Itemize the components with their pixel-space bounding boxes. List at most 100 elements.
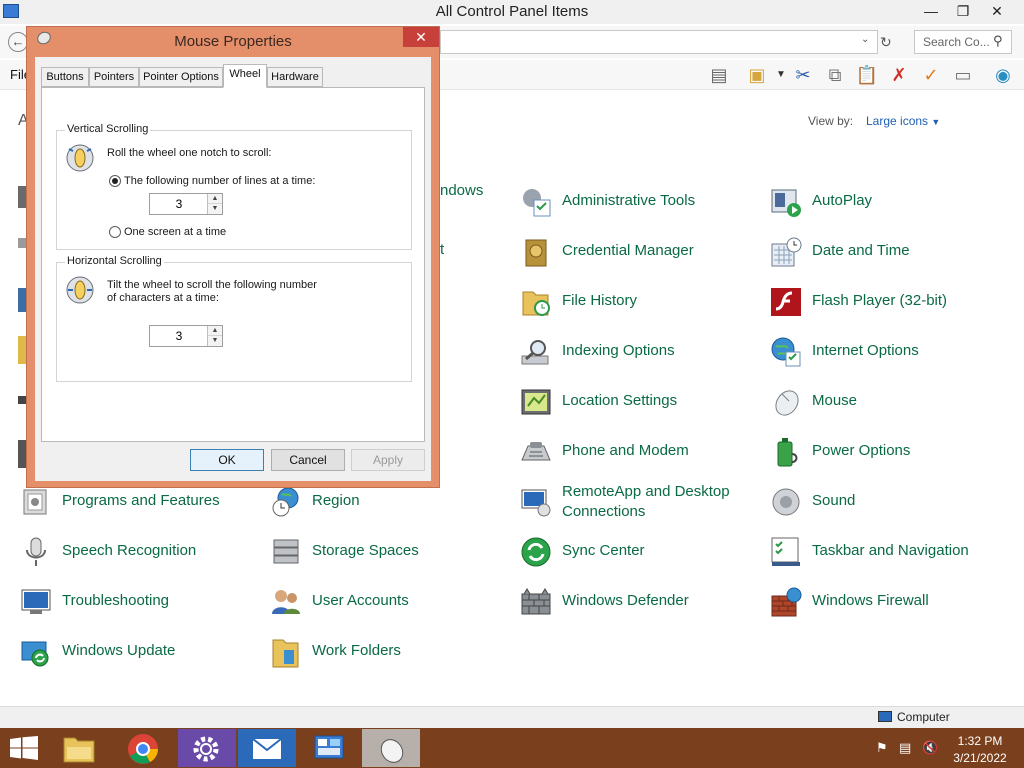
vertical-instruction: Roll the wheel one notch to scroll: xyxy=(107,147,272,159)
clock-time[interactable]: 1:32 PM xyxy=(940,734,1020,748)
copy-icon[interactable]: ⧉ xyxy=(822,63,848,87)
properties-folder-icon[interactable]: ▣ xyxy=(744,63,770,87)
partial-item-label[interactable]: t xyxy=(440,241,444,258)
cp-item-autoplay[interactable]: AutoPlay xyxy=(770,182,1010,222)
cp-item-label: Windows Update xyxy=(62,642,176,659)
search-input[interactable]: Search Co... ⚲ xyxy=(914,30,1012,54)
search-icon[interactable]: ⚲ xyxy=(993,33,1003,49)
taskbar-chrome[interactable] xyxy=(114,729,172,767)
cp-item-file-history[interactable]: File History xyxy=(520,282,760,322)
taskbar-control-panel[interactable] xyxy=(300,729,358,767)
radio-lines-at-a-time[interactable] xyxy=(109,175,121,187)
speech-recognition-icon xyxy=(26,537,46,566)
option-screen-label[interactable]: One screen at a time xyxy=(124,226,226,238)
cp-item-label: Sound xyxy=(812,492,856,509)
taskbar-mouse-properties[interactable] xyxy=(362,729,420,767)
partial-item-label[interactable]: ndows xyxy=(440,182,483,199)
cp-item-flash-player[interactable]: Flash Player (32-bit) xyxy=(770,282,1010,322)
cp-item-power-options[interactable]: Power Options xyxy=(770,432,1010,472)
cp-item-windows-defender[interactable]: Windows Defender xyxy=(520,582,760,622)
taskbar-mail[interactable] xyxy=(238,729,296,767)
stepper-up-icon[interactable]: ▲ xyxy=(207,326,222,336)
lines-value[interactable]: 3 xyxy=(150,197,208,211)
cp-item-phone-and-modem[interactable]: Phone and Modem xyxy=(520,432,760,472)
cp-item-troubleshooting[interactable]: Troubleshooting xyxy=(20,582,260,622)
cp-item-windows-firewall[interactable]: Windows Firewall xyxy=(770,582,1010,622)
cancel-button[interactable]: Cancel xyxy=(271,449,345,471)
autoplay-icon xyxy=(771,189,801,217)
cp-item-internet-options[interactable]: Internet Options xyxy=(770,332,1010,372)
cp-item-label: Windows Defender xyxy=(562,592,689,609)
dialog-close-button[interactable]: ✕ xyxy=(403,27,439,47)
address-bar[interactable]: ⌄ xyxy=(440,30,878,54)
stepper-up-icon[interactable]: ▲ xyxy=(207,194,222,204)
address-dropdown-icon[interactable]: ⌄ xyxy=(861,34,869,45)
taskbar-file-explorer[interactable] xyxy=(50,729,108,767)
vertical-scrolling-title: Vertical Scrolling xyxy=(65,123,151,135)
cp-item-sync-center[interactable]: Sync Center xyxy=(520,532,760,572)
minimize-button[interactable]: — xyxy=(914,0,948,22)
action-center-flag-icon[interactable]: ⚑ xyxy=(876,740,888,756)
network-icon[interactable]: ▤ xyxy=(899,740,911,756)
tab-wheel[interactable]: Wheel xyxy=(223,64,267,88)
cp-item-taskbar-and-navigation[interactable]: Taskbar and Navigation xyxy=(770,532,1010,572)
taskbar-settings[interactable] xyxy=(178,729,236,767)
storage-spaces-icon xyxy=(273,539,299,564)
clock-date[interactable]: 3/21/2022 xyxy=(940,751,1020,765)
layout-pane-icon[interactable]: ▤ xyxy=(706,63,732,87)
cp-item-mouse[interactable]: Mouse xyxy=(770,382,1010,422)
cp-item-work-folders[interactable]: Work Folders xyxy=(270,632,510,672)
close-window-button[interactable]: ✕ xyxy=(980,0,1014,22)
checkmark-icon[interactable]: ✓ xyxy=(918,63,944,87)
cp-item-user-accounts[interactable]: User Accounts xyxy=(270,582,510,622)
cp-item-label: Administrative Tools xyxy=(562,192,696,209)
cp-item-sound[interactable]: Sound xyxy=(770,482,1010,522)
cp-item-speech-recognition[interactable]: Speech Recognition xyxy=(20,532,260,572)
delete-icon[interactable]: ✗ xyxy=(886,63,912,87)
control-panel-icon xyxy=(314,735,344,759)
cp-item-location-settings[interactable]: Location Settings xyxy=(520,382,760,422)
lines-stepper[interactable]: 3 ▲ ▼ xyxy=(149,193,223,215)
characters-value[interactable]: 3 xyxy=(150,329,208,343)
cp-item-date-and-time[interactable]: Date and Time xyxy=(770,232,1010,272)
stepper-down-icon[interactable]: ▼ xyxy=(207,204,222,214)
back-arrow-icon[interactable]: ← xyxy=(8,32,28,52)
volume-muted-icon[interactable]: 🔇 xyxy=(922,740,938,756)
cp-item-programs-and-features[interactable]: Programs and Features xyxy=(20,482,260,522)
cp-item-remoteapp[interactable]: RemoteApp and Desktop Connections xyxy=(520,482,760,522)
tab-buttons[interactable]: Buttons xyxy=(41,67,89,87)
cp-item-indexing-options[interactable]: Indexing Options xyxy=(520,332,760,372)
dialog-title: Mouse Properties xyxy=(174,33,292,50)
restore-button[interactable]: ❐ xyxy=(946,0,980,22)
globe-icon[interactable]: ◉ xyxy=(990,63,1016,87)
windows-firewall-icon xyxy=(771,587,802,617)
view-by-dropdown[interactable]: Large icons ▼ xyxy=(866,114,940,128)
refresh-icon[interactable]: ↻ xyxy=(880,34,892,51)
view-by-value: Large icons xyxy=(866,114,929,128)
cp-item-credential-manager[interactable]: Credential Manager xyxy=(520,232,760,272)
cp-item-region[interactable]: Region xyxy=(270,482,510,522)
characters-stepper[interactable]: 3 ▲ ▼ xyxy=(149,325,223,347)
tab-hardware[interactable]: Hardware xyxy=(267,67,323,87)
option-lines-label[interactable]: The following number of lines at a time: xyxy=(124,175,315,187)
cp-item-windows-update[interactable]: Windows Update xyxy=(20,632,260,672)
windows-defender-icon xyxy=(521,588,551,615)
wheel-tilt-icon xyxy=(66,276,94,304)
rename-icon[interactable]: ▭ xyxy=(950,63,976,87)
work-folders-icon xyxy=(272,639,299,668)
tab-pointer-options[interactable]: Pointer Options xyxy=(139,67,223,87)
credential-manager-icon xyxy=(525,239,547,267)
apply-button[interactable]: Apply xyxy=(351,449,425,471)
cp-item-label: Power Options xyxy=(812,442,911,459)
paste-icon[interactable]: 📋 xyxy=(854,63,880,87)
radio-one-screen[interactable] xyxy=(109,226,121,238)
cp-item-administrative-tools[interactable]: Administrative Tools xyxy=(520,182,760,222)
cp-item-label: Credential Manager xyxy=(562,242,694,259)
close-icon: ✕ xyxy=(415,29,427,45)
ok-button[interactable]: OK xyxy=(190,449,264,471)
cut-icon[interactable]: ✂ xyxy=(790,63,816,87)
stepper-down-icon[interactable]: ▼ xyxy=(207,336,222,346)
tab-pointers[interactable]: Pointers xyxy=(89,67,139,87)
windows-start-icon[interactable] xyxy=(10,736,38,760)
cp-item-storage-spaces[interactable]: Storage Spaces xyxy=(270,532,510,572)
